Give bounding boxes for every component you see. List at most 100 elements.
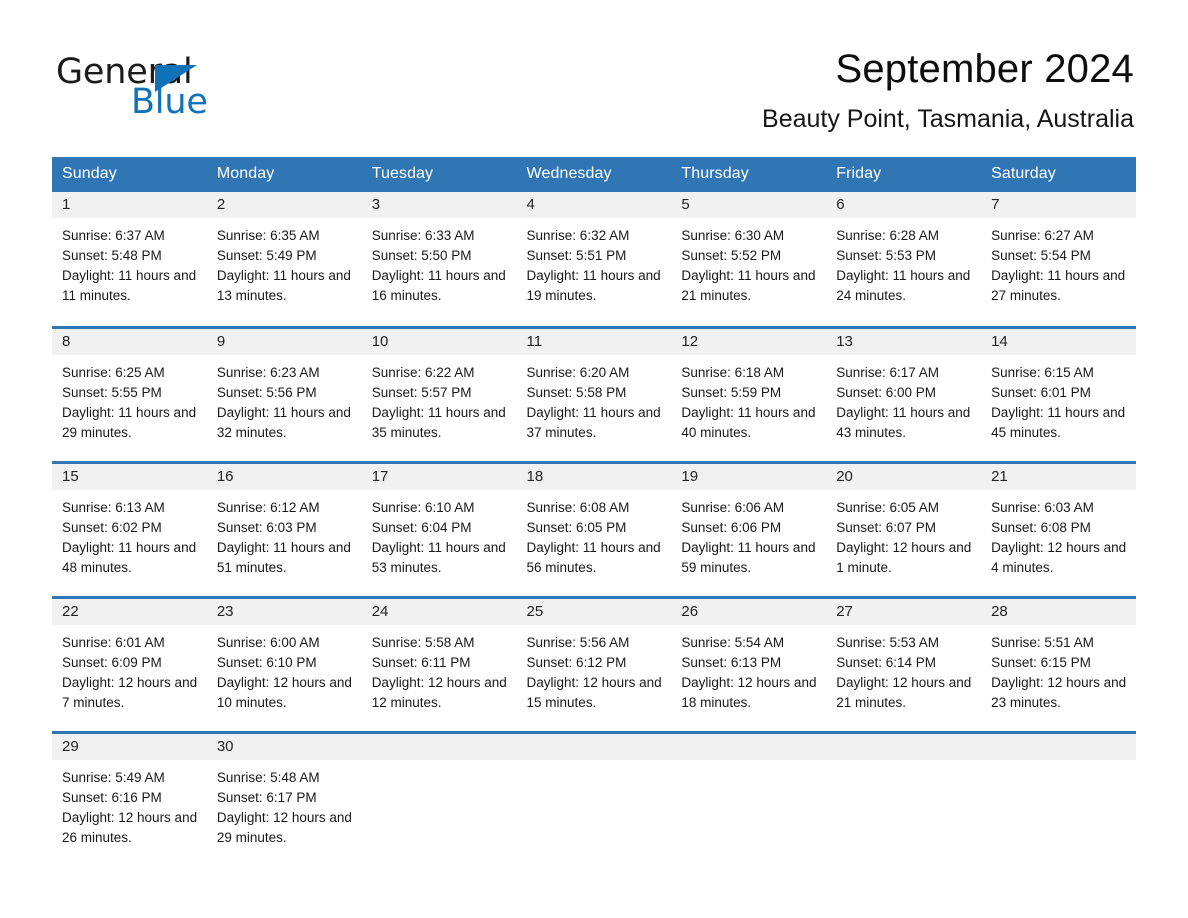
day-cell[interactable]: 24 Sunrise: 5:58 AM Sunset: 6:11 PM Dayl… [361,597,517,732]
daylight-text: Daylight: 11 hours and 48 minutes. [62,539,197,575]
day-cell[interactable]: 4 Sunrise: 6:32 AM Sunset: 5:51 PM Dayli… [516,192,672,327]
day-number [516,733,672,760]
day-cell[interactable]: 28 Sunrise: 5:51 AM Sunset: 6:15 PM Dayl… [981,597,1136,732]
sunrise-text: Sunrise: 6:03 AM [991,499,1094,515]
calendar-grid: Sunday Monday Tuesday Wednesday Thursday… [52,157,1136,850]
sunset-text: Sunset: 6:12 PM [526,654,627,670]
daylight-text: Daylight: 12 hours and 29 minutes. [216,809,352,845]
day-details: Sunrise: 5:58 AM Sunset: 6:11 PM Dayligh… [362,625,517,713]
sunrise-text: Sunrise: 5:54 AM [681,634,785,650]
day-cell[interactable]: 26 Sunrise: 5:54 AM Sunset: 6:13 PM Dayl… [671,597,827,732]
sunrise-text: Sunrise: 6:08 AM [526,499,630,515]
daylight-text: Daylight: 11 hours and 13 minutes. [216,268,351,303]
masthead: General Blue September 2024 Beauty Point… [0,0,1188,133]
sunset-text: Sunset: 6:06 PM [681,519,782,535]
day-details: Sunrise: 6:08 AM Sunset: 6:05 PM Dayligh… [517,490,672,578]
day-details: Sunrise: 6:13 AM Sunset: 6:02 PM Dayligh… [52,490,207,578]
day-number: 12 [671,328,827,355]
day-details: Sunrise: 6:12 AM Sunset: 6:03 PM Dayligh… [207,490,362,578]
day-cell[interactable]: 3 Sunrise: 6:33 AM Sunset: 5:50 PM Dayli… [361,192,517,327]
day-cell[interactable]: 7 Sunrise: 6:27 AM Sunset: 5:54 PM Dayli… [981,192,1136,327]
day-cell[interactable]: 8 Sunrise: 6:25 AM Sunset: 5:55 PM Dayli… [52,327,207,462]
sunset-text: Sunset: 6:09 PM [62,654,162,670]
sunrise-text: Sunrise: 6:23 AM [216,364,320,380]
day-cell[interactable]: 19 Sunrise: 6:06 AM Sunset: 6:06 PM Dayl… [671,462,827,597]
day-number: 6 [826,192,982,218]
day-cell[interactable]: 20 Sunrise: 6:05 AM Sunset: 6:07 PM Dayl… [826,462,982,597]
day-number: 22 [52,598,207,625]
daylight-text: Daylight: 12 hours and 15 minutes. [526,674,662,710]
day-cell[interactable]: 1 Sunrise: 6:37 AM Sunset: 5:48 PM Dayli… [52,192,207,327]
sunrise-text: Sunrise: 6:05 AM [836,499,940,515]
day-cell[interactable]: 9 Sunrise: 6:23 AM Sunset: 5:56 PM Dayli… [206,327,362,462]
day-number: 23 [206,598,362,625]
day-cell[interactable]: 27 Sunrise: 5:53 AM Sunset: 6:14 PM Dayl… [826,597,982,732]
weekday-header-thursday: Thursday [671,157,827,192]
sunrise-text: Sunrise: 6:12 AM [216,499,320,515]
sunset-text: Sunset: 5:56 PM [216,384,317,400]
day-details: Sunrise: 5:53 AM Sunset: 6:14 PM Dayligh… [826,625,981,713]
daylight-text: Daylight: 11 hours and 53 minutes. [371,539,506,575]
day-number: 14 [981,328,1136,355]
daylight-text: Daylight: 12 hours and 26 minutes. [62,809,198,845]
sunrise-text: Sunrise: 5:49 AM [62,769,165,785]
day-cell[interactable]: 10 Sunrise: 6:22 AM Sunset: 5:57 PM Dayl… [361,327,517,462]
day-details: Sunrise: 6:03 AM Sunset: 6:08 PM Dayligh… [981,490,1136,578]
daylight-text: Daylight: 12 hours and 21 minutes. [836,674,972,710]
sunrise-text: Sunrise: 6:00 AM [216,634,320,650]
day-cell[interactable]: 15 Sunrise: 6:13 AM Sunset: 6:02 PM Dayl… [52,462,207,597]
day-cell[interactable]: 21 Sunrise: 6:03 AM Sunset: 6:08 PM Dayl… [981,462,1136,597]
week-row: 8 Sunrise: 6:25 AM Sunset: 5:55 PM Dayli… [52,327,1136,462]
day-cell[interactable]: 16 Sunrise: 6:12 AM Sunset: 6:03 PM Dayl… [206,462,362,597]
general-blue-logo[interactable]: General Blue [56,52,316,122]
day-details: Sunrise: 6:06 AM Sunset: 6:06 PM Dayligh… [671,490,826,578]
day-details: Sunrise: 6:37 AM Sunset: 5:48 PM Dayligh… [52,218,207,306]
day-cell[interactable]: 18 Sunrise: 6:08 AM Sunset: 6:05 PM Dayl… [516,462,672,597]
day-details: Sunrise: 6:22 AM Sunset: 5:57 PM Dayligh… [362,355,517,443]
sunrise-text: Sunrise: 6:25 AM [62,364,165,380]
day-cell[interactable]: 25 Sunrise: 5:56 AM Sunset: 6:12 PM Dayl… [516,597,672,732]
day-cell[interactable]: 13 Sunrise: 6:17 AM Sunset: 6:00 PM Dayl… [826,327,982,462]
day-cell[interactable]: 5 Sunrise: 6:30 AM Sunset: 5:52 PM Dayli… [671,192,827,327]
sunrise-text: Sunrise: 6:06 AM [681,499,785,515]
day-number: 27 [826,598,982,625]
day-cell[interactable]: 29 Sunrise: 5:49 AM Sunset: 6:16 PM Dayl… [52,732,207,850]
sunset-text: Sunset: 6:14 PM [836,654,937,670]
day-number: 21 [981,463,1136,490]
sunset-text: Sunset: 5:55 PM [62,384,162,400]
day-cell-empty [671,732,827,850]
day-cell[interactable]: 17 Sunrise: 6:10 AM Sunset: 6:04 PM Dayl… [361,462,517,597]
daylight-text: Daylight: 11 hours and 37 minutes. [526,404,661,440]
sunset-text: Sunset: 5:57 PM [371,384,472,400]
day-details: Sunrise: 6:35 AM Sunset: 5:49 PM Dayligh… [207,218,362,306]
day-cell[interactable]: 14 Sunrise: 6:15 AM Sunset: 6:01 PM Dayl… [981,327,1136,462]
day-details: Sunrise: 6:18 AM Sunset: 5:59 PM Dayligh… [671,355,826,443]
sunset-text: Sunset: 6:15 PM [991,654,1091,670]
day-cell[interactable]: 6 Sunrise: 6:28 AM Sunset: 5:53 PM Dayli… [826,192,982,327]
sunrise-text: Sunrise: 5:56 AM [526,634,630,650]
day-details: Sunrise: 6:10 AM Sunset: 6:04 PM Dayligh… [362,490,517,578]
sunset-text: Sunset: 6:07 PM [836,519,937,535]
day-cell[interactable]: 12 Sunrise: 6:18 AM Sunset: 5:59 PM Dayl… [671,327,827,462]
sunset-text: Sunset: 5:49 PM [216,248,317,263]
day-cell[interactable]: 11 Sunrise: 6:20 AM Sunset: 5:58 PM Dayl… [516,327,672,462]
day-number: 8 [52,328,207,355]
day-cell[interactable]: 23 Sunrise: 6:00 AM Sunset: 6:10 PM Dayl… [206,597,362,732]
day-cell[interactable]: 22 Sunrise: 6:01 AM Sunset: 6:09 PM Dayl… [52,597,207,732]
day-number: 5 [671,192,827,218]
day-number: 29 [52,733,207,760]
weekday-header-wednesday: Wednesday [516,157,672,192]
day-cell[interactable]: 2 Sunrise: 6:35 AM Sunset: 5:49 PM Dayli… [206,192,362,327]
sunset-text: Sunset: 6:10 PM [216,654,317,670]
sunrise-text: Sunrise: 6:28 AM [836,228,940,243]
daylight-text: Daylight: 12 hours and 23 minutes. [991,674,1127,710]
week-row: 1 Sunrise: 6:37 AM Sunset: 5:48 PM Dayli… [52,192,1136,327]
day-number [361,733,517,760]
day-cell[interactable]: 30 Sunrise: 5:48 AM Sunset: 6:17 PM Dayl… [206,732,362,850]
day-details: Sunrise: 5:54 AM Sunset: 6:13 PM Dayligh… [671,625,826,713]
day-details: Sunrise: 6:33 AM Sunset: 5:50 PM Dayligh… [362,218,517,306]
sunrise-text: Sunrise: 5:53 AM [836,634,940,650]
sunrise-text: Sunrise: 6:22 AM [371,364,475,380]
day-details: Sunrise: 5:49 AM Sunset: 6:16 PM Dayligh… [52,760,207,848]
day-details: Sunrise: 6:25 AM Sunset: 5:55 PM Dayligh… [52,355,207,443]
